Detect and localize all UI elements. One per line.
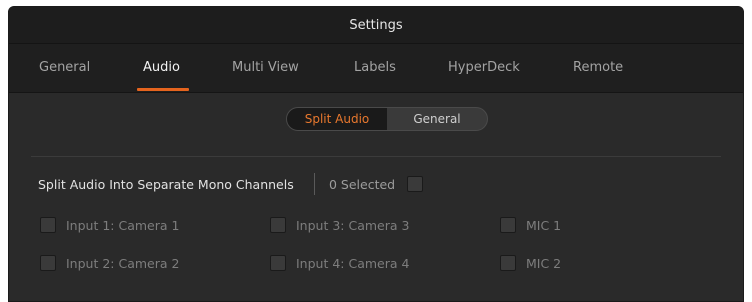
segment-split-audio[interactable]: Split Audio: [287, 108, 387, 130]
input-3-label: Input 3: Camera 3: [296, 218, 410, 233]
input-2-checkbox[interactable]: [40, 255, 56, 271]
tab-hyperdeck[interactable]: HyperDeck: [448, 60, 520, 75]
input-1-label: Input 1: Camera 1: [66, 218, 180, 233]
active-tab-indicator: [137, 88, 189, 91]
input-1-checkbox[interactable]: [40, 217, 56, 233]
label-separator: [314, 173, 315, 195]
audio-settings-panel: Split Audio General Split Audio Into Sep…: [9, 93, 743, 301]
input-3-checkbox[interactable]: [270, 217, 286, 233]
input-4-checkbox[interactable]: [270, 255, 286, 271]
tab-multi-view[interactable]: Multi View: [232, 60, 299, 75]
settings-window: Settings General Audio Multi View Labels…: [8, 6, 744, 302]
mic-1-checkbox[interactable]: [500, 217, 516, 233]
mic-2-checkbox[interactable]: [500, 255, 516, 271]
tab-bar: General Audio Multi View Labels HyperDec…: [9, 44, 743, 93]
tab-audio[interactable]: Audio: [143, 60, 180, 75]
mic-2-label: MIC 2: [526, 256, 562, 271]
section-divider: [31, 156, 721, 157]
mic-1-label: MIC 1: [526, 218, 562, 233]
audio-mode-segmented-control: Split Audio General: [286, 107, 488, 131]
input-4-label: Input 4: Camera 4: [296, 256, 410, 271]
tab-remote[interactable]: Remote: [573, 60, 623, 75]
window-title: Settings: [349, 17, 403, 33]
split-audio-label: Split Audio Into Separate Mono Channels: [38, 177, 294, 192]
tab-labels[interactable]: Labels: [354, 60, 396, 75]
segment-general[interactable]: General: [387, 108, 487, 130]
select-all-checkbox[interactable]: [407, 176, 423, 192]
selected-count: 0 Selected: [329, 177, 396, 192]
title-bar: Settings: [9, 7, 743, 44]
input-2-label: Input 2: Camera 2: [66, 256, 180, 271]
tab-general[interactable]: General: [39, 60, 90, 75]
